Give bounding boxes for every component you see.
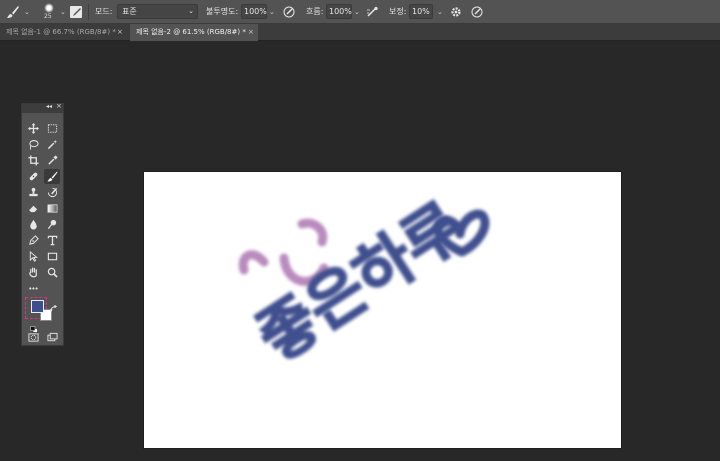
opacity-input[interactable]: 100% [241, 4, 267, 19]
collapse-panel-icon[interactable]: ◂◂ [46, 103, 52, 110]
blur-tool-icon[interactable] [25, 217, 41, 232]
pressure-size-icon[interactable] [471, 6, 483, 18]
close-icon[interactable]: × [248, 24, 254, 41]
brush-picker-arrow-icon[interactable]: ⌄ [60, 0, 66, 24]
dodge-tool-icon[interactable] [44, 217, 60, 232]
mode-select[interactable]: 표준 ⌄ [117, 4, 198, 19]
hand-tool-icon[interactable] [25, 265, 41, 280]
soft-brush-tip-icon [44, 3, 54, 13]
document-canvas[interactable]: 좋은하루 [143, 171, 622, 449]
gradient-tool-icon[interactable] [44, 201, 60, 216]
airbrush-icon[interactable] [366, 6, 379, 18]
smoothing-value: 10% [412, 7, 430, 16]
eyedropper-tool-icon[interactable] [44, 153, 60, 168]
type-tool-icon[interactable] [44, 233, 60, 248]
marquee-tool-icon[interactable] [44, 121, 60, 136]
quick-mask-icon[interactable] [25, 330, 41, 345]
path-selection-tool-icon[interactable] [25, 249, 41, 264]
lasso-tool-icon[interactable] [25, 137, 41, 152]
opacity-label: 불투명도: [206, 7, 239, 16]
flow-input[interactable]: 100% [326, 4, 352, 19]
swap-colors-icon[interactable] [49, 298, 58, 313]
canvas-artwork: 좋은하루 [238, 188, 490, 376]
crop-tool-icon[interactable] [25, 153, 41, 168]
document-tab-bar: 제목 없음-1 @ 66.7% (RGB/8#) * × 제목 없음-2 @ 6… [0, 24, 720, 41]
more-tools-icon[interactable]: ••• [25, 281, 41, 296]
tab-title: 제목 없음-2 @ 61.5% (RGB/8#) * [136, 28, 246, 36]
eraser-tool-icon[interactable] [25, 201, 41, 216]
chevron-down-icon: ⌄ [188, 7, 194, 15]
foreground-color-swatch[interactable] [31, 300, 44, 313]
tools-panel: ◂◂ × ••• [21, 102, 64, 346]
magic-wand-tool-icon[interactable] [44, 137, 60, 152]
clone-stamp-tool-icon[interactable] [25, 185, 41, 200]
default-colors-icon[interactable] [30, 318, 38, 333]
brush-tool-icon[interactable] [6, 5, 20, 19]
smoothing-input[interactable]: 10% [409, 4, 433, 19]
brush-preset-picker[interactable]: 25 [40, 2, 60, 22]
greeting-text-artwork: 좋은하루 [244, 188, 477, 375]
brush-settings-panel-icon[interactable] [70, 6, 82, 18]
flow-value: 100% [329, 7, 352, 16]
document-tab-1[interactable]: 제목 없음-1 @ 66.7% (RGB/8#) * × [0, 24, 129, 41]
smoothing-slider-arrow-icon[interactable]: ⌄ [437, 0, 443, 24]
document-tab-2[interactable]: 제목 없음-2 @ 61.5% (RGB/8#) * × [130, 24, 258, 41]
opacity-value: 100% [244, 7, 267, 16]
greeting-text: 좋은하루 [245, 189, 476, 374]
divider [88, 4, 89, 20]
tools-panel-header[interactable]: ◂◂ × [22, 102, 63, 113]
zoom-tool-icon[interactable] [44, 265, 60, 280]
healing-brush-tool-icon[interactable] [25, 169, 41, 184]
pressure-opacity-icon[interactable] [283, 6, 295, 18]
opacity-slider-arrow-icon[interactable]: ⌄ [269, 0, 275, 24]
mode-value: 표준 [122, 7, 137, 16]
options-bar: ⌄ 25 ⌄ 모드: 표준 ⌄ 불투명도: 100% ⌄ 흐름: 100% ⌄ … [0, 0, 720, 24]
brush-tool-icon[interactable] [44, 169, 60, 184]
close-icon[interactable]: × [56, 102, 62, 110]
rectangle-tool-icon[interactable] [44, 249, 60, 264]
tool-preset-arrow-icon[interactable]: ⌄ [24, 0, 30, 24]
smoothing-label: 보정: [389, 7, 407, 16]
flow-slider-arrow-icon[interactable]: ⌄ [354, 0, 360, 24]
screen-mode-icon[interactable] [44, 330, 60, 345]
move-tool-icon[interactable] [25, 121, 41, 136]
tab-title: 제목 없음-1 @ 66.7% (RGB/8#) * [6, 28, 116, 36]
history-brush-tool-icon[interactable] [44, 185, 60, 200]
brush-size-label: 25 [44, 13, 52, 20]
gear-icon[interactable] [450, 6, 462, 18]
close-icon[interactable]: × [117, 24, 123, 41]
flow-label: 흐름: [306, 7, 324, 16]
pen-tool-icon[interactable] [25, 233, 41, 248]
mode-label: 모드: [95, 7, 113, 16]
